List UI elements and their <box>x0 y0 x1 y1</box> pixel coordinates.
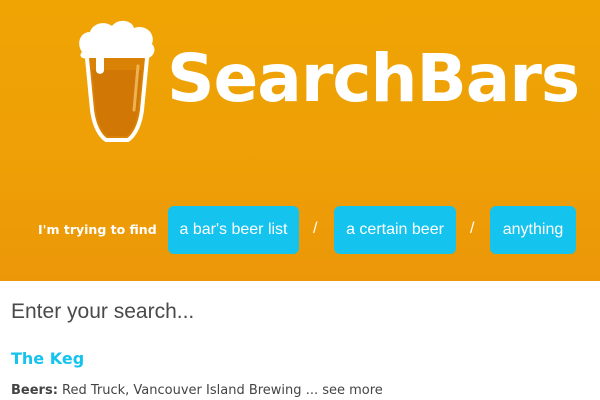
search-mode-prompt: I'm trying to find <box>38 222 157 237</box>
beers-label: Beers: <box>11 383 58 398</box>
search-mode-selector: I'm trying to find a bar's beer list / a… <box>0 206 600 254</box>
mode-button-certain-beer[interactable]: a certain beer <box>334 206 456 254</box>
result-title-link[interactable]: The Keg <box>11 349 84 368</box>
beers-list: Red Truck, Vancouver Island Brewing <box>62 383 302 398</box>
hero-header: SearchBars I'm trying to find a bar's be… <box>0 0 600 281</box>
mode-button-anything[interactable]: anything <box>490 206 576 254</box>
mode-button-bar-beer-list[interactable]: a bar's beer list <box>168 206 299 254</box>
result-beers: Beers: Red Truck, Vancouver Island Brewi… <box>11 383 383 398</box>
page: SearchBars I'm trying to find a bar's be… <box>0 0 600 400</box>
beer-glass-icon <box>79 20 155 142</box>
mode-separator: / <box>470 220 475 237</box>
brand-title: SearchBars <box>167 40 580 117</box>
search-input[interactable] <box>0 281 600 343</box>
mode-separator: / <box>313 220 318 237</box>
see-more-link[interactable]: ... see more <box>306 383 383 398</box>
